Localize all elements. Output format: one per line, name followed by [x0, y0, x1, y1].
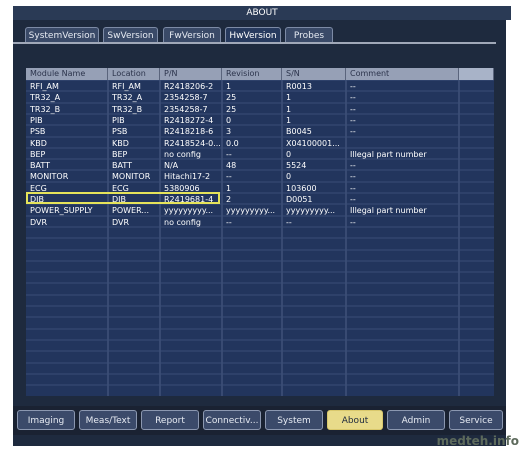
table-cell: Hitachi17-2 — [164, 172, 211, 182]
table-cell: R2418206-2 — [164, 82, 214, 91]
table-cell: KBD — [30, 138, 47, 148]
table-cell: R2418218-6 — [164, 127, 214, 137]
table-cell: 0 — [286, 149, 292, 159]
table-cell: RFI_AM — [30, 82, 59, 91]
table-cell: 2354258-7 — [164, 104, 208, 114]
table-cell: BEP — [112, 149, 128, 159]
table-cell — [346, 138, 459, 149]
table-cell: 1 — [286, 104, 292, 114]
window-title: ABOUT — [13, 6, 511, 20]
table-cell: Illegal part number — [350, 149, 427, 159]
table-cell: 1 — [286, 115, 292, 125]
table-cell: KBD — [112, 138, 129, 148]
table-cell: BATT — [112, 161, 132, 171]
table-cell: 0 — [286, 172, 292, 182]
table-cell: 1 — [226, 183, 232, 193]
table-cell: 25 — [226, 93, 237, 103]
table-cell: 0 — [226, 115, 232, 125]
table-cell: TR32_B — [112, 104, 143, 114]
table-cell: PSB — [30, 127, 46, 137]
tab-system-version[interactable]: SystemVersion — [25, 27, 99, 43]
table-cell: yyyyyyyyy... — [164, 206, 214, 216]
table-cell: yyyyyyyyy... — [226, 206, 276, 216]
table-cell: -- — [226, 149, 232, 159]
table-cell: -- — [350, 217, 356, 227]
table-cell: PIB — [30, 115, 43, 125]
table-cell: -- — [350, 104, 356, 114]
table-cell: N/A — [164, 161, 179, 171]
highlighted-row-marker — [26, 192, 220, 204]
connectivity-button[interactable]: Connectiv... — [203, 410, 261, 430]
table-cell: -- — [286, 217, 292, 227]
table-cell: -- — [350, 161, 356, 171]
tab-hw-version[interactable]: HwVersion — [225, 27, 281, 43]
watermark: medteh.info — [436, 434, 519, 448]
about-button[interactable]: About — [327, 410, 383, 430]
table-cell: -- — [226, 217, 232, 227]
table-cell: D0051 — [286, 195, 313, 204]
table-cell: R2418272-4 — [164, 115, 214, 125]
service-button[interactable]: Service — [449, 410, 503, 430]
table-cell: 2354258-7 — [164, 93, 208, 103]
table-cell: TR32_A — [30, 93, 61, 103]
table-cell: -- — [350, 82, 356, 91]
table-cell: 2 — [226, 195, 232, 204]
admin-button[interactable]: Admin — [387, 410, 445, 430]
table-cell: DVR — [112, 217, 130, 227]
table-cell: TR32_A — [112, 93, 143, 103]
report-button[interactable]: Report — [141, 410, 199, 430]
table-cell: no config — [164, 217, 201, 227]
tab-probes[interactable]: Probes — [285, 27, 333, 43]
table-cell: 0.0 — [226, 138, 239, 148]
hw-version-table: Module Name Location P/N Revision S/N Co… — [26, 68, 494, 396]
table-cell: yyyyyyyyy... — [286, 206, 336, 216]
table-cell: B0045 — [286, 127, 312, 137]
table-cell: -- — [350, 93, 356, 103]
column-header-sn[interactable]: S/N — [282, 68, 346, 80]
table-cell: MONITOR — [112, 172, 151, 182]
table-cell: DVR — [30, 217, 48, 227]
tab-fw-version[interactable]: FwVersion — [163, 27, 221, 43]
table-cell: BATT — [30, 161, 50, 171]
table-cell: -- — [350, 115, 356, 125]
table-cell: 48 — [226, 161, 237, 171]
table-cell: R2418524-0... — [164, 138, 221, 148]
tab-sw-version[interactable]: SwVersion — [103, 27, 158, 43]
table-cell: 5524 — [286, 161, 307, 171]
table-cell: 25 — [226, 104, 237, 114]
column-header-pn[interactable]: P/N — [160, 68, 222, 80]
column-header-comment[interactable]: Comment — [346, 68, 459, 80]
bottom-button-bar: Imaging Meas/Text Report Connectiv... Sy… — [13, 406, 506, 435]
table-cell: 103600 — [286, 183, 317, 193]
system-button[interactable]: System — [265, 410, 323, 430]
tab-underline — [13, 42, 496, 44]
table-cell: 1 — [226, 82, 232, 91]
table-cell: POWER_SUPPLY — [30, 206, 93, 216]
imaging-button[interactable]: Imaging — [17, 410, 75, 430]
table-cell: BEP — [30, 149, 46, 159]
table-cell: no config — [164, 149, 201, 159]
table-cell: -- — [350, 172, 356, 182]
table-cell: R0013 — [286, 82, 312, 91]
table-cell: TR32_B — [30, 104, 61, 114]
column-header-module-name[interactable]: Module Name — [26, 68, 108, 80]
table-cell: Illegal part number — [350, 206, 427, 216]
table-cell: POWER... — [112, 206, 149, 216]
table-cell: PSB — [112, 127, 128, 137]
column-header-blank — [459, 68, 494, 80]
table-cell: MONITOR — [30, 172, 69, 182]
table-cell: X04100001... — [286, 138, 340, 148]
table-cell: 1 — [286, 93, 292, 103]
table-cell: -- — [350, 183, 356, 193]
table-cell: PIB — [112, 115, 125, 125]
table-cell: RFI_AM — [112, 82, 141, 91]
column-header-location[interactable]: Location — [108, 68, 160, 80]
column-header-revision[interactable]: Revision — [222, 68, 282, 80]
meas-text-button[interactable]: Meas/Text — [79, 410, 137, 430]
table-cell: -- — [226, 172, 232, 182]
table-cell: -- — [350, 195, 356, 204]
table-cell: -- — [350, 127, 356, 137]
table-cell: 3 — [226, 127, 232, 137]
